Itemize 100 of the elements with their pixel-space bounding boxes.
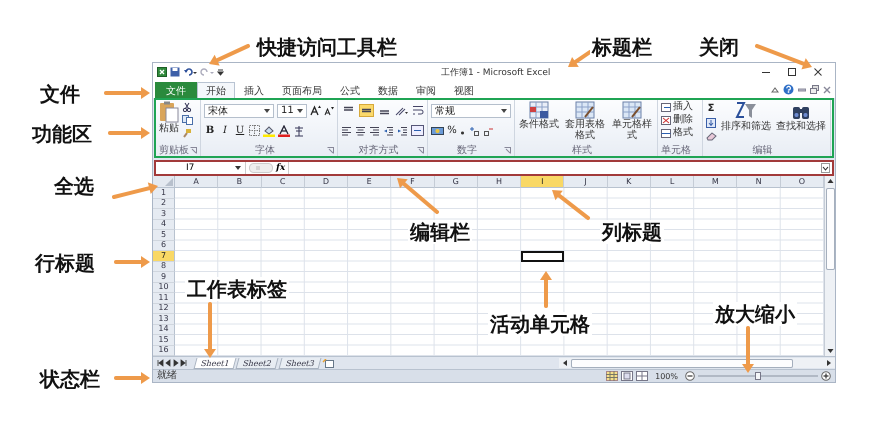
decrease-indent-icon[interactable] [383,126,394,136]
number-format-field[interactable]: 常规 [431,104,511,118]
sheet-tab[interactable]: Sheet1 [194,358,237,368]
column-header[interactable]: C [262,176,305,188]
help-icon[interactable] [783,84,794,95]
row-header[interactable]: 1 [153,188,175,198]
page-layout-icon[interactable] [621,371,634,381]
insert-function-button[interactable]: fx [276,163,286,173]
sheet-tab[interactable]: Sheet3 [278,358,322,368]
style-button[interactable]: 单元格样式 [610,101,654,141]
row-header[interactable]: 14 [153,324,175,335]
zoom-slider-thumb[interactable] [755,372,761,380]
scroll-left-icon[interactable] [562,359,568,367]
wrap-text-icon[interactable] [412,105,424,116]
column-header[interactable]: O [780,176,824,188]
close-icon[interactable] [823,86,831,94]
autosum-button[interactable]: Σ [706,102,716,115]
row-header[interactable]: 11 [153,293,175,304]
percent-button[interactable]: % [447,124,457,137]
decrease-decimal-icon[interactable] [483,126,495,136]
cells-button[interactable]: 删除 [661,115,693,125]
scroll-thumb[interactable] [826,188,834,270]
font-name-field[interactable]: 宋体 [204,104,274,118]
column-header[interactable]: D [304,176,348,188]
row-header[interactable]: 6 [153,240,175,251]
merge-cells-icon[interactable] [411,125,424,136]
column-header[interactable]: K [608,176,651,188]
row-header[interactable]: 13 [153,314,175,324]
column-header[interactable]: A [175,176,218,188]
restore-icon[interactable] [810,85,819,94]
copy-icon[interactable] [182,115,194,125]
dialog-launcher-icon[interactable] [504,147,511,154]
zoom-in-icon[interactable] [821,371,831,381]
ribbon-tab[interactable]: 视图 [445,82,483,98]
name-box[interactable]: I7 [156,162,246,174]
scroll-right-icon[interactable] [826,359,832,367]
font-color-icon[interactable] [278,124,290,136]
save-icon[interactable] [170,67,180,77]
currency-icon[interactable] [431,125,444,136]
editing-button[interactable]: 排序和筛选 [720,101,772,132]
ribbon-tab[interactable]: 插入 [235,82,273,98]
column-header[interactable]: J [564,176,608,188]
column-header[interactable]: L [650,176,694,188]
column-header[interactable]: H [478,176,522,188]
row-header[interactable]: 3 [153,209,175,220]
fill-icon[interactable] [706,118,716,128]
style-button[interactable]: 套用表格格式 [563,101,607,141]
font-size-field[interactable]: 11 [277,104,307,118]
active-cell[interactable] [521,251,564,262]
undo-icon[interactable] [183,67,197,77]
collapse-ribbon-icon[interactable] [771,86,779,94]
align-left-icon[interactable] [341,126,352,136]
shrink-font-icon[interactable] [324,106,334,116]
increase-indent-icon[interactable] [397,126,408,136]
ribbon-tab[interactable]: 页面布局 [273,82,331,98]
increase-decimal-icon[interactable] [468,126,480,136]
dialog-launcher-icon[interactable] [190,147,197,154]
scroll-up-icon[interactable] [826,178,834,184]
vertical-align-button[interactable] [359,104,374,117]
file-tab[interactable]: 文件 [155,82,197,98]
row-header[interactable]: 10 [153,282,175,293]
ribbon-tab[interactable]: 数据 [369,82,407,98]
zoom-out-icon[interactable] [685,371,695,381]
text-style-button[interactable]: I [219,124,231,137]
row-header[interactable]: 4 [153,220,175,230]
text-style-button[interactable]: U [234,124,246,137]
zoom-level[interactable]: 100% [655,372,678,380]
row-header[interactable]: 12 [153,304,175,314]
sheet-tab[interactable]: Sheet2 [236,358,280,368]
insert-sheet-icon[interactable] [322,358,336,368]
row-header[interactable]: 2 [153,198,175,209]
row-header[interactable]: 9 [153,272,175,282]
fill-color-icon[interactable] [263,124,275,136]
row-header[interactable]: 15 [153,335,175,346]
column-header[interactable]: E [348,176,392,188]
align-right-icon[interactable] [369,126,380,136]
ribbon-tab[interactable]: 公式 [331,82,369,98]
row-header[interactable]: 8 [153,262,175,272]
scissors-icon[interactable] [182,102,192,112]
customize-icon[interactable] [217,67,224,77]
brush-icon[interactable] [182,128,192,138]
paste-button[interactable]: 粘贴 [159,101,179,134]
dialog-launcher-icon[interactable] [417,147,424,154]
column-header[interactable]: N [737,176,781,188]
scroll-down-icon[interactable] [826,348,834,354]
text-style-button[interactable]: B [204,124,216,137]
expand-icon[interactable] [821,163,830,173]
style-button[interactable]: 条件格式 [518,101,560,130]
column-header[interactable]: B [218,176,262,188]
normal-view-icon[interactable] [606,371,618,381]
cells-button[interactable]: 插入 [661,102,693,112]
column-header[interactable]: G [434,176,478,188]
phonetic-icon[interactable] [293,124,305,136]
grow-font-icon[interactable] [310,105,321,116]
ribbon-tab[interactable]: 审阅 [407,82,445,98]
column-header[interactable]: M [694,176,738,188]
align-center-icon[interactable] [355,126,366,136]
page-break-icon[interactable] [636,371,648,381]
eraser-icon[interactable] [706,131,717,141]
scroll-thumb[interactable] [571,358,793,368]
